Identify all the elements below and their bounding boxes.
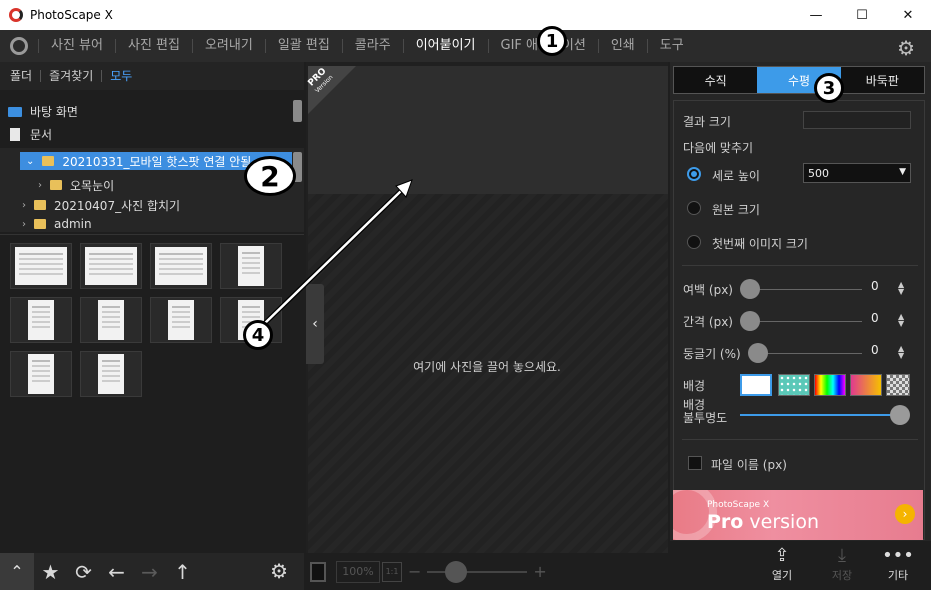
annotation-badge-1: 1 [537,26,567,56]
annotation-arrow [260,179,413,328]
annotation-badge-4: 4 [243,320,273,350]
annotation-badge-2: 2 [244,156,296,196]
annotation-badge-3: 3 [814,73,844,103]
